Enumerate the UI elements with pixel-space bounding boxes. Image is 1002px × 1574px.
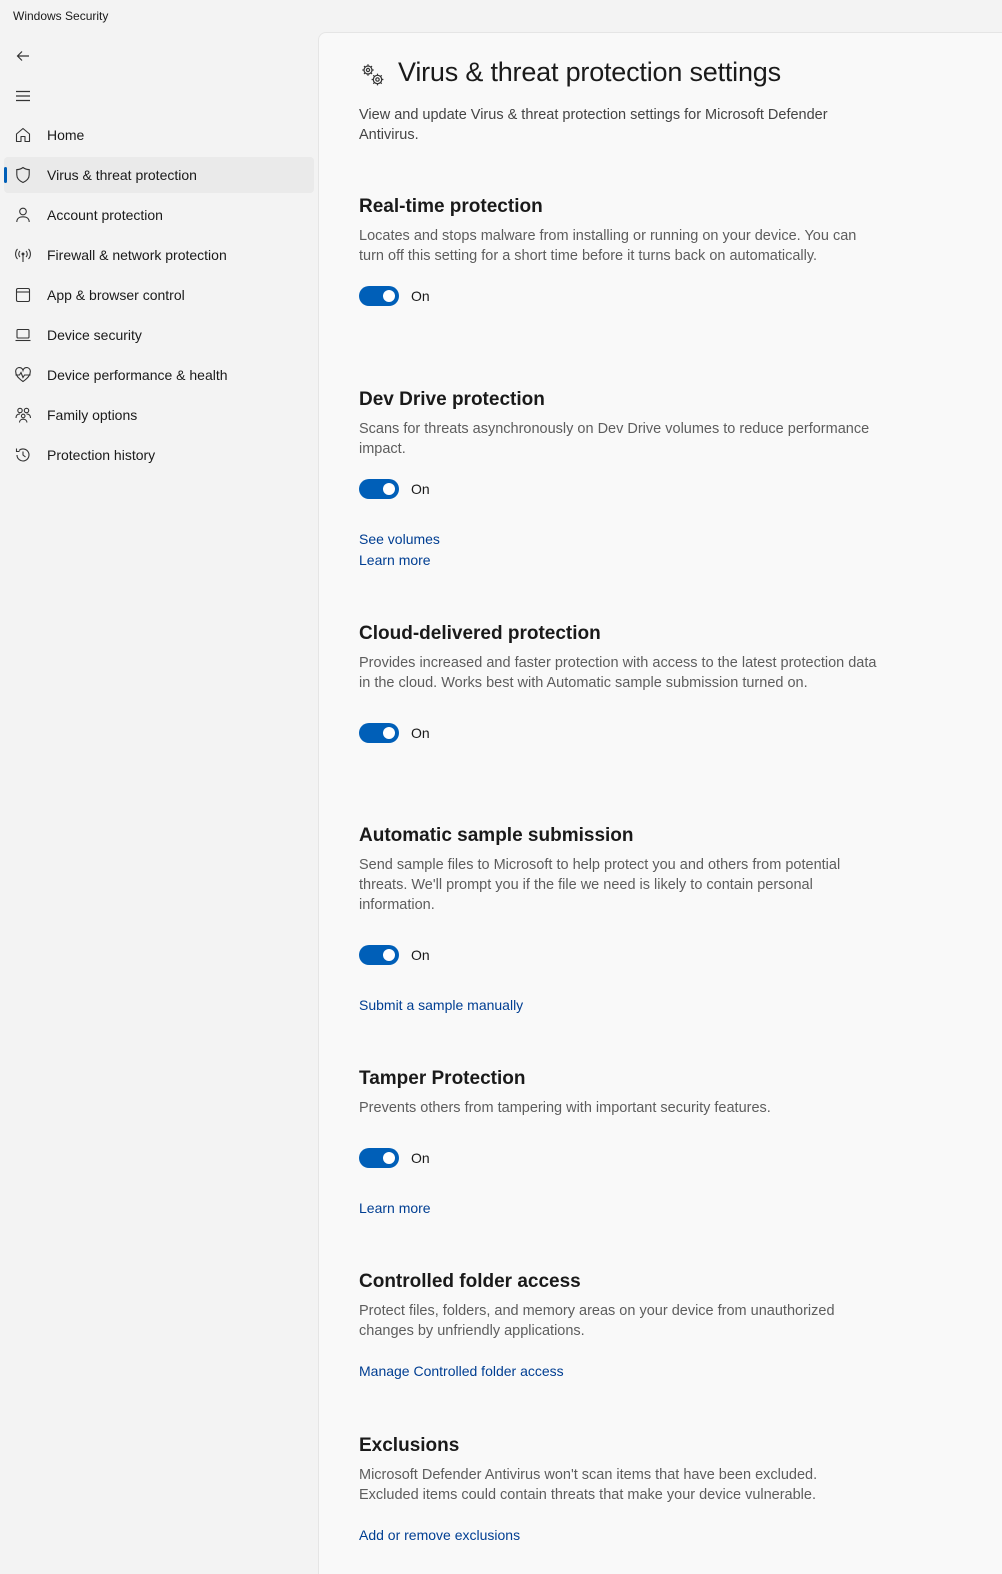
toggle-state-label: On (411, 947, 430, 963)
section-description: Microsoft Defender Antivirus won't scan … (359, 1467, 818, 1503)
family-icon (13, 405, 33, 425)
cloud-toggle-row: On (359, 723, 879, 743)
sidebar-item-device-security[interactable]: Device security (4, 317, 314, 353)
manage-cfa-link[interactable]: Manage Controlled folder access (359, 1361, 879, 1382)
hamburger-icon (16, 90, 30, 102)
section-description: Locates and stops malware from installin… (359, 228, 857, 264)
sidebar-item-label: Device security (47, 327, 142, 343)
sidebar-item-label: Protection history (47, 447, 156, 463)
sidebar-item-label: Account protection (47, 207, 163, 223)
section-description: Provides increased and faster protection… (359, 655, 877, 691)
title-bar: Windows Security (0, 0, 1002, 32)
section-title: Controlled folder access (359, 1271, 581, 1292)
section-title: Exclusions (359, 1435, 460, 1456)
exclusions-link[interactable]: Add or remove exclusions (359, 1525, 879, 1546)
page-description: View and update Virus & threat protectio… (359, 107, 828, 143)
sidebar-item-family-options[interactable]: Family options (4, 397, 314, 433)
realtime-toggle-row: On (359, 286, 879, 306)
section-automatic-sample-submission: Automatic sample submission Send sample … (359, 823, 879, 1016)
sidebar-nav: Home Virus & threat protection Account p… (4, 117, 314, 477)
heart-pulse-icon (13, 365, 33, 385)
section-description: Send sample files to Microsoft to help p… (359, 857, 841, 913)
gears-icon (362, 64, 384, 86)
app-window-icon (13, 285, 33, 305)
section-realtime-protection: Real-time protection Locates and stops m… (359, 194, 879, 306)
sidebar-item-label: Virus & threat protection (47, 167, 197, 183)
sidebar-item-label: Home (47, 127, 85, 143)
see-volumes-link[interactable]: See volumes (359, 529, 879, 550)
sidebar-item-home[interactable]: Home (4, 117, 314, 153)
sidebar-item-firewall[interactable]: Firewall & network protection (4, 237, 314, 273)
section-tamper-protection: Tamper Protection Prevents others from t… (359, 1066, 879, 1219)
laptop-icon (13, 325, 33, 345)
sample-toggle-row: On (359, 945, 879, 965)
section-controlled-folder-access: Controlled folder access Protect files, … (359, 1269, 879, 1382)
back-arrow-icon (16, 51, 29, 61)
section-cloud-protection: Cloud-delivered protection Provides incr… (359, 621, 879, 743)
sidebar-item-account-protection[interactable]: Account protection (4, 197, 314, 233)
devdrive-toggle-row: On (359, 479, 879, 499)
submit-sample-link[interactable]: Submit a sample manually (359, 995, 879, 1016)
section-title: Cloud-delivered protection (359, 623, 601, 644)
sidebar-item-virus-threat-protection[interactable]: Virus & threat protection (4, 157, 314, 193)
window-title: Windows Security (13, 9, 109, 23)
sample-submission-toggle[interactable] (359, 945, 399, 965)
home-icon (13, 125, 33, 145)
person-icon (13, 205, 33, 225)
realtime-protection-toggle[interactable] (359, 286, 399, 306)
section-title: Real-time protection (359, 196, 543, 217)
back-button[interactable] (4, 40, 42, 72)
page-title: Virus & threat protection settings (398, 57, 781, 87)
main-content: Virus & threat protection settings View … (318, 32, 1002, 1574)
sidebar-item-label: Device performance & health (47, 367, 228, 383)
section-description: Protect files, folders, and memory areas… (359, 1303, 835, 1339)
shield-icon (13, 165, 33, 185)
menu-button[interactable] (4, 80, 42, 112)
sidebar-item-app-browser-control[interactable]: App & browser control (4, 277, 314, 313)
sidebar-item-device-performance[interactable]: Device performance & health (4, 357, 314, 393)
toggle-state-label: On (411, 288, 430, 304)
sidebar-item-label: Family options (47, 407, 138, 423)
section-exclusions: Exclusions Microsoft Defender Antivirus … (359, 1433, 879, 1546)
wireless-icon (13, 245, 33, 265)
section-title: Dev Drive protection (359, 389, 545, 410)
learn-more-link[interactable]: Learn more (359, 550, 879, 571)
sidebar-item-label: App & browser control (47, 287, 185, 303)
history-icon (13, 445, 33, 465)
sidebar-item-protection-history[interactable]: Protection history (4, 437, 314, 473)
tamper-protection-toggle[interactable] (359, 1148, 399, 1168)
sidebar-item-label: Firewall & network protection (47, 247, 227, 263)
section-description: Prevents others from tampering with impo… (359, 1100, 771, 1116)
toggle-state-label: On (411, 1150, 430, 1166)
dev-drive-protection-toggle[interactable] (359, 479, 399, 499)
section-title: Tamper Protection (359, 1068, 526, 1089)
section-title: Automatic sample submission (359, 825, 634, 846)
toggle-state-label: On (411, 725, 430, 741)
section-description: Scans for threats asynchronously on Dev … (359, 421, 870, 457)
cloud-protection-toggle[interactable] (359, 723, 399, 743)
section-dev-drive-protection: Dev Drive protection Scans for threats a… (359, 387, 879, 571)
toggle-state-label: On (411, 481, 430, 497)
learn-more-link[interactable]: Learn more (359, 1198, 879, 1219)
tamper-toggle-row: On (359, 1148, 879, 1168)
